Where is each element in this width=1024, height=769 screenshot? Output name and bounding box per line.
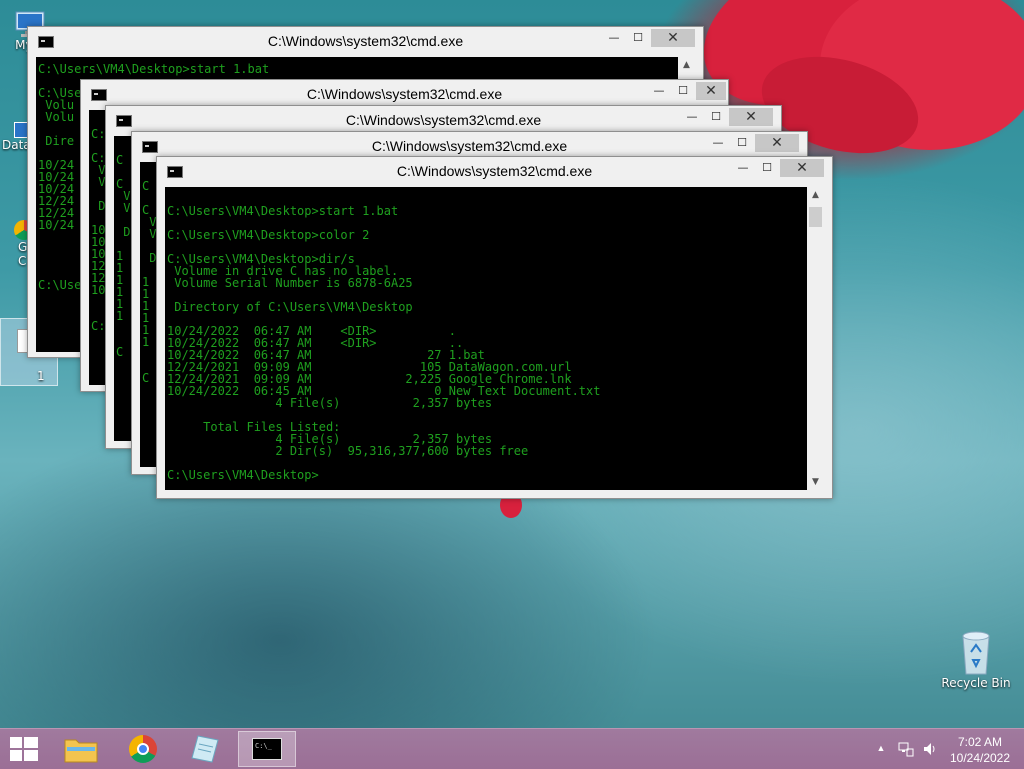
tray-overflow-chevron[interactable]: ▲: [872, 743, 890, 753]
window-title: C:\Windows\system32\cmd.exe: [306, 86, 503, 102]
minimize-button[interactable]: —: [707, 134, 729, 152]
close-button[interactable]: ✕: [696, 82, 726, 100]
title-bar[interactable]: C:\Windows\system32\cmd.exe — ☐ ✕: [157, 157, 832, 187]
window-title: C:\Windows\system32\cmd.exe: [267, 33, 464, 49]
maximize-button[interactable]: ☐: [756, 159, 778, 177]
maximize-button[interactable]: ☐: [731, 134, 753, 152]
close-button[interactable]: ✕: [651, 29, 695, 47]
cmd-window-active[interactable]: C:\Windows\system32\cmd.exe — ☐ ✕ C:\Use…: [156, 156, 833, 499]
windows-logo-icon: [10, 737, 38, 761]
vertical-scrollbar[interactable]: ▲ ▼: [807, 187, 824, 490]
taskbar-cmd[interactable]: C:\_: [238, 731, 296, 767]
taskbar-google-chrome[interactable]: [114, 731, 172, 767]
clock[interactable]: 7:02 AM 10/24/2022: [944, 733, 1016, 767]
window-title: C:\Windows\system32\cmd.exe: [371, 138, 568, 154]
title-bar[interactable]: C:\Windows\system32\cmd.exe — ☐ ✕: [28, 27, 703, 57]
document-app-icon: [191, 735, 219, 763]
minimize-button[interactable]: —: [681, 108, 703, 126]
close-button[interactable]: ✕: [729, 108, 773, 126]
taskbar-file-explorer[interactable]: [52, 731, 110, 767]
maximize-button[interactable]: ☐: [627, 29, 649, 47]
close-button[interactable]: ✕: [780, 159, 824, 177]
scroll-down-arrow-icon[interactable]: ▼: [807, 474, 824, 490]
cmd-icon: C:\_: [252, 738, 282, 760]
folder-icon: [64, 739, 98, 763]
desktop-icon-label: Recycle Bin: [941, 676, 1011, 690]
network-icon[interactable]: [898, 741, 914, 757]
start-button[interactable]: [0, 731, 48, 767]
window-title: C:\Windows\system32\cmd.exe: [396, 163, 593, 179]
minimize-button[interactable]: —: [603, 29, 625, 47]
clock-date: 10/24/2022: [949, 751, 1011, 765]
chrome-icon: [129, 735, 157, 763]
taskbar-app-notepad[interactable]: [176, 731, 234, 767]
taskbar: C:\_ ▲ 7:02 AM 10/24/2022: [0, 728, 1024, 769]
console-output[interactable]: C:\Users\VM4\Desktop>start 1.bat C:\User…: [165, 187, 807, 490]
maximize-button[interactable]: ☐: [705, 108, 727, 126]
desktop-icon-recycle-bin[interactable]: Recycle Bin: [940, 630, 1012, 690]
volume-icon[interactable]: [922, 741, 938, 757]
svg-text:C:\_: C:\_: [255, 742, 273, 750]
minimize-button[interactable]: —: [648, 82, 670, 100]
window-title: C:\Windows\system32\cmd.exe: [345, 112, 542, 128]
recycle-bin-icon: [960, 630, 992, 676]
minimize-button[interactable]: —: [732, 159, 754, 177]
close-button[interactable]: ✕: [755, 134, 799, 152]
scroll-up-arrow-icon[interactable]: ▲: [678, 57, 695, 73]
scroll-thumb[interactable]: [809, 207, 822, 227]
scroll-up-arrow-icon[interactable]: ▲: [807, 187, 824, 203]
clock-time: 7:02 AM: [957, 735, 1003, 749]
maximize-button[interactable]: ☐: [672, 82, 694, 100]
